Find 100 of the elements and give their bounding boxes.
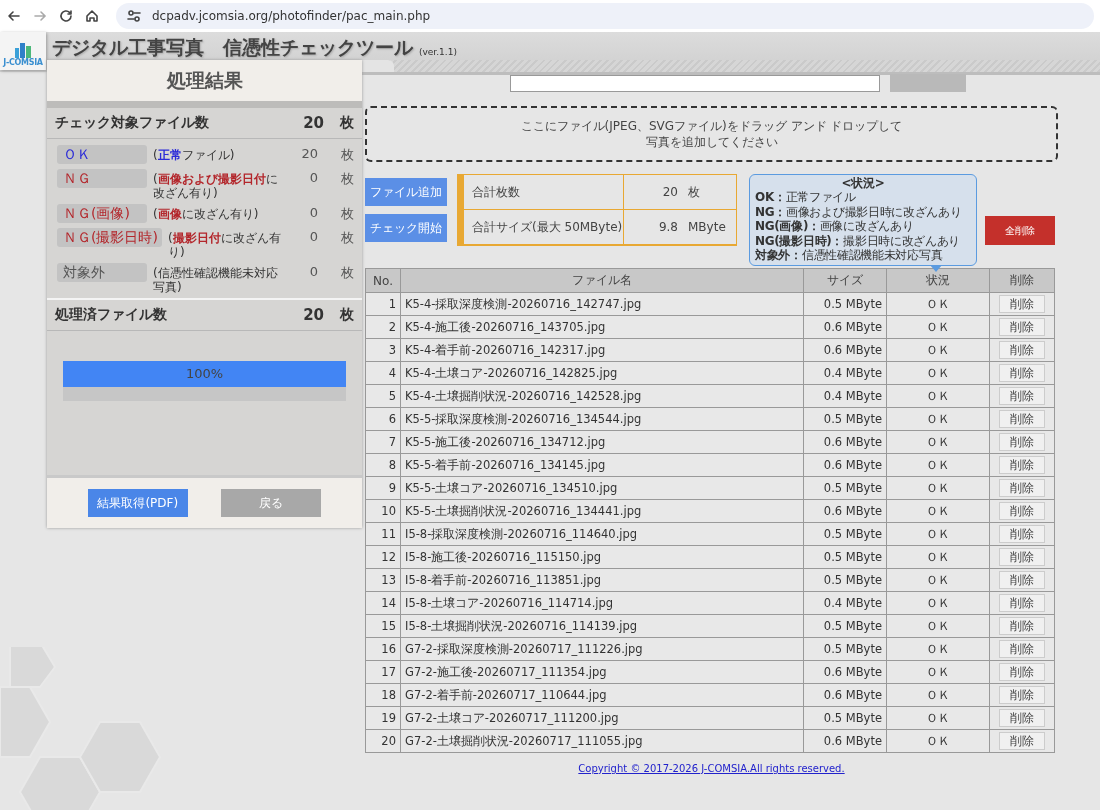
file-name-cell: K5-5-土壌掘削状況-20260716_134441.jpg [400, 499, 804, 523]
unit-label: 枚 [340, 229, 354, 247]
count-value: 0 [308, 204, 318, 220]
row-number: 17 [365, 660, 401, 684]
file-name-cell: K5-4-着手前-20260716_142317.jpg [400, 338, 804, 362]
address-bar[interactable]: dcpadv.jcomsia.org/photofinder/pac_main.php [116, 3, 1094, 29]
reload-icon[interactable] [58, 8, 74, 24]
delete-button[interactable]: 削除 [999, 571, 1045, 589]
back-icon[interactable] [6, 8, 22, 24]
delete-button[interactable]: 削除 [999, 456, 1045, 474]
delete-button[interactable]: 削除 [999, 709, 1045, 727]
file-name-cell: I5-8-土壌コア-20260716_114714.jpg [400, 591, 804, 615]
unit-label: 枚 [340, 264, 354, 282]
logo-text: J-COMSIA [3, 58, 43, 67]
progress-text: 100% [184, 366, 225, 381]
unit-label: 枚 [340, 170, 354, 188]
column-header: 削除 [989, 268, 1055, 293]
file-name-cell: K5-5-着手前-20260716_134145.jpg [400, 453, 804, 477]
delete-button[interactable]: 削除 [999, 617, 1045, 635]
site-settings-icon[interactable] [126, 8, 142, 24]
count-value: 20 [300, 145, 318, 161]
delete-button[interactable]: 削除 [999, 295, 1045, 313]
row-number: 20 [365, 729, 401, 753]
delete-button[interactable]: 削除 [999, 548, 1045, 566]
file-name-cell: K5-5-土壌コア-20260716_134510.jpg [400, 476, 804, 500]
summary-value: 9.8 [658, 220, 678, 234]
row-number: 10 [365, 499, 401, 523]
column-header: 状況 [886, 268, 990, 293]
unit-label: 枚 [339, 114, 354, 132]
row-number: 1 [365, 292, 401, 316]
legend-item: NG(撮影日時)：撮影日時に改ざんあり [755, 233, 962, 248]
row-number: 18 [365, 683, 401, 707]
file-name-cell: I5-8-着手前-20260716_113851.jpg [400, 568, 804, 592]
delete-button[interactable]: 削除 [999, 479, 1045, 497]
delete-button[interactable]: 削除 [999, 387, 1045, 405]
section-label: 処理済ファイル数 [55, 306, 168, 324]
summary-label: 合計枚数 [464, 175, 624, 210]
row-number: 7 [365, 430, 401, 454]
column-header: ファイル名 [400, 268, 804, 293]
summary-value: 20 [662, 185, 678, 199]
legend-item: OK：正常ファイル [755, 190, 857, 205]
count-value: 20 [302, 306, 324, 324]
delete-button[interactable]: 削除 [999, 686, 1045, 704]
file-name-cell: G7-2-着手前-20260717_110644.jpg [400, 683, 804, 707]
legend-item: 対象外：信憑性確認機能未対応写真 [755, 248, 944, 263]
status-label: ＯＫ [57, 145, 147, 164]
file-name-cell: K5-4-採取深度検測-20260716_142747.jpg [400, 292, 804, 316]
status-description: (画像に改ざん有り) [153, 206, 260, 221]
row-number: 19 [365, 706, 401, 730]
delete-button[interactable]: 削除 [999, 502, 1045, 520]
delete-button[interactable]: 削除 [999, 525, 1045, 543]
delete-button[interactable]: 削除 [999, 663, 1045, 681]
download-pdf-button[interactable]: 結果取得(PDF) [87, 489, 188, 517]
status-label: ＮＧ [57, 169, 147, 188]
unit-label: 枚 [688, 183, 701, 201]
row-number: 12 [365, 545, 401, 569]
version-label: (ver.1.1) [419, 46, 457, 59]
status-description: (正常ファイル) [153, 147, 236, 162]
unit-label: 枚 [340, 146, 354, 164]
dialog-title: 処理結果 [47, 60, 362, 108]
delete-button[interactable]: 削除 [999, 341, 1045, 359]
row-number: 14 [365, 591, 401, 615]
summary-label: 合計サイズ(最大 50MByte) [464, 210, 624, 245]
delete-all-button[interactable]: 全削除 [985, 216, 1055, 245]
status-description: (信憑性確認機能未対応写真) [153, 265, 279, 294]
column-header: サイズ [803, 268, 887, 293]
section-label: チェック対象ファイル数 [55, 114, 210, 132]
row-number: 11 [365, 522, 401, 546]
file-name-cell: G7-2-施工後-20260717_111354.jpg [400, 660, 804, 684]
logo-icon [13, 40, 33, 58]
delete-button[interactable]: 削除 [999, 318, 1045, 336]
row-number: 3 [365, 338, 401, 362]
drop-zone-text: ここにファイル(JPEG、SVGファイル)をドラッグ アンド ドロップして [520, 118, 903, 134]
drop-zone[interactable]: ここにファイル(JPEG、SVGファイル)をドラッグ アンド ドロップして 写真を追加してください [365, 106, 1058, 162]
home-icon[interactable] [84, 8, 100, 24]
delete-button[interactable]: 削除 [999, 732, 1045, 750]
drop-zone-text: 写真を追加してください [645, 134, 778, 150]
delete-button[interactable]: 削除 [999, 640, 1045, 658]
status-label: ＮＧ(撮影日時) [57, 228, 162, 247]
legend-title: <状況> [840, 176, 886, 190]
status-label: ＮＧ(画像) [57, 204, 147, 223]
delete-button[interactable]: 削除 [999, 410, 1045, 428]
copyright-link[interactable]: Copyright © 2017-2026 J-COMSIA.All rights reserved. [578, 763, 845, 774]
row-number: 5 [365, 384, 401, 408]
delete-button[interactable]: 削除 [999, 594, 1045, 612]
row-number: 9 [365, 476, 401, 500]
file-name-cell: I5-8-施工後-20260716_115150.jpg [400, 545, 804, 569]
file-name-cell: K5-4-土壌掘削状況-20260716_142528.jpg [400, 384, 804, 408]
legend-item: NG(画像)：画像に改ざんあり [755, 219, 915, 234]
delete-button[interactable]: 削除 [999, 433, 1045, 451]
name-field[interactable] [510, 75, 880, 92]
file-name-cell: G7-2-土壌掘削状況-20260717_111055.jpg [400, 729, 804, 753]
file-name-cell: I5-8-土壌掘削状況-20260716_114139.jpg [400, 614, 804, 638]
file-name-cell: K5-5-採取深度検測-20260716_134544.jpg [400, 407, 804, 431]
row-number: 6 [365, 407, 401, 431]
status-description: (撮影日付に改ざん有り) [167, 230, 282, 259]
column-header: No. [365, 268, 401, 293]
status-label: 対象外 [57, 263, 147, 282]
row-number: 4 [365, 361, 401, 385]
delete-button[interactable]: 削除 [999, 364, 1045, 382]
